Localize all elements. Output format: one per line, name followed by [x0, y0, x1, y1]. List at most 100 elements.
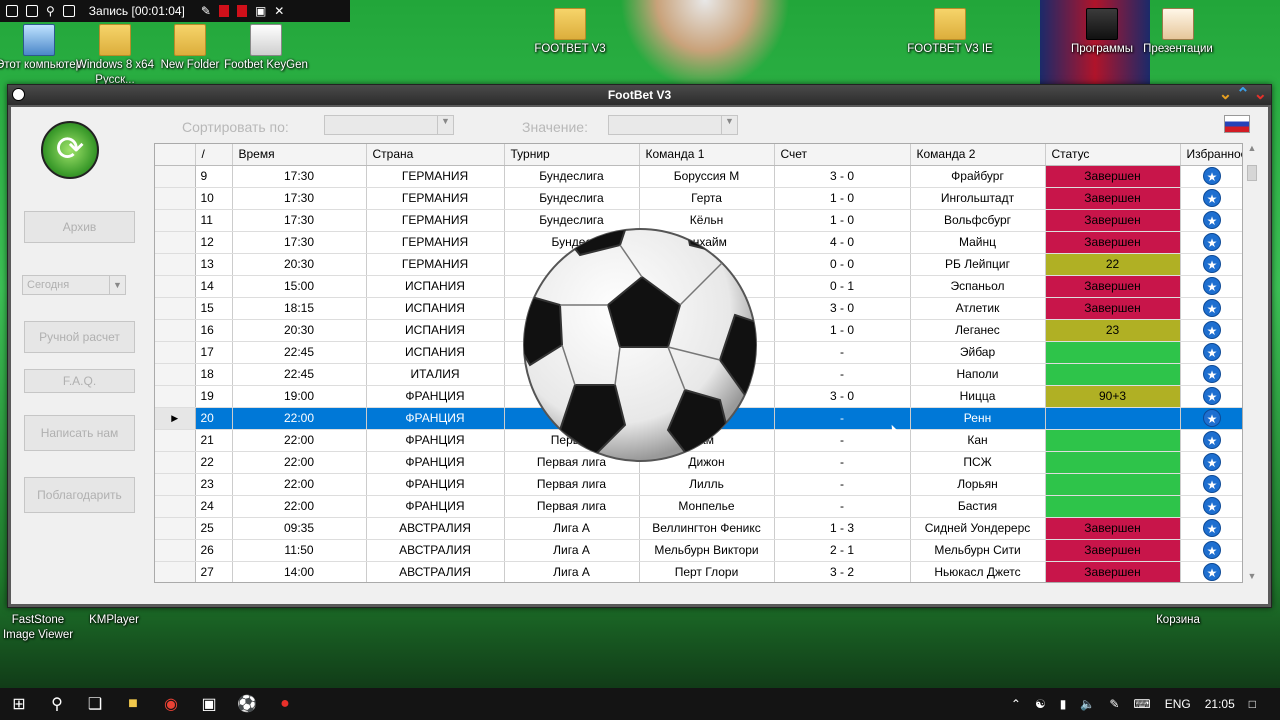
cell-time[interactable]: 22:45 — [232, 341, 367, 364]
cell-status[interactable] — [1045, 341, 1181, 364]
cell-country[interactable]: ФРАНЦИЯ — [366, 495, 505, 518]
cell-number[interactable]: 22 — [195, 451, 233, 474]
star-icon[interactable]: ★ — [1203, 475, 1221, 493]
date-select[interactable]: Сегодня ▼ — [22, 275, 126, 295]
cell-number[interactable]: 23 — [195, 473, 233, 496]
cell-status[interactable] — [1045, 451, 1181, 474]
column-header[interactable]: / — [195, 144, 233, 166]
cell-country[interactable]: ГЕРМАНИЯ — [366, 187, 505, 210]
cell-status[interactable]: Завершен — [1045, 231, 1181, 254]
cell-number[interactable]: 18 — [195, 363, 233, 386]
star-icon[interactable]: ★ — [1203, 233, 1221, 251]
cell-time[interactable]: 22:00 — [232, 495, 367, 518]
desktop-icon-kmplayer[interactable]: KMPlayer — [71, 613, 157, 628]
chrome-icon[interactable]: ◉ — [152, 688, 190, 720]
column-header[interactable]: Избранное — [1180, 144, 1242, 166]
desktop-icon-presentations[interactable]: Презентации — [1135, 8, 1221, 57]
column-header[interactable]: Статус — [1045, 144, 1181, 166]
cell-score[interactable]: - — [774, 495, 911, 518]
cell-number[interactable]: 20 — [195, 407, 233, 430]
cell-league[interactable]: Бундеслига — [504, 165, 640, 188]
window-icon[interactable] — [26, 5, 38, 17]
table-row[interactable]: 9 17:30 ГЕРМАНИЯ Бундеслига Боруссия М3 - 0Ф… — [155, 165, 1242, 188]
search-icon[interactable]: ⚲ — [46, 4, 55, 18]
cell-score[interactable]: 1 - 0 — [774, 319, 911, 342]
cell-team1[interactable]: Мельбурн Виктори — [639, 539, 775, 562]
cell-number[interactable]: 27 — [195, 561, 233, 582]
cell-team2[interactable]: Ингольштадт — [910, 187, 1046, 210]
cell-favorite[interactable]: ★ — [1180, 495, 1242, 518]
column-header[interactable]: Время — [232, 144, 367, 166]
cell-country[interactable]: АВСТРАЛИЯ — [366, 517, 505, 540]
cell-number[interactable]: 11 — [195, 209, 233, 232]
recorder-taskbar-icon[interactable]: ● — [266, 688, 304, 720]
column-header[interactable]: Страна — [366, 144, 505, 166]
cell-country[interactable]: ИСПАНИЯ — [366, 341, 505, 364]
refresh-icon[interactable]: ⟳ — [41, 121, 99, 179]
cell-team2[interactable]: Ньюкасл Джетс — [910, 561, 1046, 582]
cell-team2[interactable]: Кан — [910, 429, 1046, 452]
row-header[interactable] — [155, 275, 196, 298]
cell-country[interactable]: ФРАНЦИЯ — [366, 473, 505, 496]
cell-favorite[interactable]: ★ — [1180, 451, 1242, 474]
scroll-down-icon[interactable]: ▼ — [1245, 571, 1259, 581]
cell-country[interactable]: ИСПАНИЯ — [366, 275, 505, 298]
title-bar[interactable]: FootBet V3 ⌄ ⌃ ⌄ — [8, 85, 1271, 105]
cell-favorite[interactable]: ★ — [1180, 341, 1242, 364]
row-header[interactable] — [155, 363, 196, 386]
cell-team2[interactable]: Вольфсбург — [910, 209, 1046, 232]
cell-time[interactable]: 17:30 — [232, 187, 367, 210]
clock[interactable]: 21:05 — [1205, 697, 1235, 711]
cell-favorite[interactable]: ★ — [1180, 253, 1242, 276]
store-icon[interactable]: ▣ — [190, 688, 228, 720]
cell-favorite[interactable]: ★ — [1180, 231, 1242, 254]
close-icon[interactable]: ✕ — [274, 4, 284, 18]
cell-number[interactable]: 17 — [195, 341, 233, 364]
desktop-icon-windows8[interactable]: Windows 8 x64 Русск... — [72, 24, 158, 88]
table-row[interactable]: 26 11:50 АВСТРАЛИЯ Лига А Мельбурн Виктори 2 … — [155, 539, 1242, 562]
row-header[interactable] — [155, 473, 196, 496]
column-header[interactable]: Турнир — [504, 144, 640, 166]
star-icon[interactable]: ★ — [1203, 211, 1221, 229]
cell-favorite[interactable]: ★ — [1180, 319, 1242, 342]
cell-number[interactable]: 26 — [195, 539, 233, 562]
cell-score[interactable]: 2 - 1 — [774, 539, 911, 562]
cell-status[interactable]: 90+3 — [1045, 385, 1181, 408]
star-icon[interactable]: ★ — [1203, 321, 1221, 339]
cell-favorite[interactable]: ★ — [1180, 517, 1242, 540]
cell-country[interactable]: ГЕРМАНИЯ — [366, 231, 505, 254]
table-row[interactable]: 27 14:00 АВСТРАЛИЯ Лига А Перт Глори 3 - 2 Нью… — [155, 561, 1242, 582]
cell-league[interactable]: Бундеслига — [504, 187, 640, 210]
network-icon[interactable]: ☯ — [1035, 697, 1046, 711]
cell-status[interactable]: Завершен — [1045, 539, 1181, 562]
cell-favorite[interactable]: ★ — [1180, 561, 1242, 582]
column-header[interactable]: Счет — [774, 144, 911, 166]
cell-score[interactable]: 3 - 0 — [774, 297, 911, 320]
cell-favorite[interactable]: ★ — [1180, 297, 1242, 320]
cell-time[interactable]: 22:00 — [232, 451, 367, 474]
cell-favorite[interactable]: ★ — [1180, 429, 1242, 452]
keyboard-icon[interactable]: ⌨ — [1133, 697, 1150, 711]
cell-status[interactable]: Завершен — [1045, 517, 1181, 540]
cell-time[interactable]: 18:15 — [232, 297, 367, 320]
cell-score[interactable]: 1 - 0 — [774, 187, 911, 210]
star-icon[interactable]: ★ — [1203, 541, 1221, 559]
row-header[interactable] — [155, 539, 196, 562]
cell-favorite[interactable]: ★ — [1180, 385, 1242, 408]
cell-team2[interactable]: Ренн — [910, 407, 1046, 430]
search-icon[interactable]: ⚲ — [38, 688, 76, 720]
desktop-icon-keygen[interactable]: Footbet KeyGen — [223, 24, 309, 73]
cell-team2[interactable]: Эспаньол — [910, 275, 1046, 298]
cell-favorite[interactable]: ★ — [1180, 473, 1242, 496]
cell-team2[interactable]: Ницца — [910, 385, 1046, 408]
star-icon[interactable]: ★ — [1203, 299, 1221, 317]
cell-time[interactable]: 17:30 — [232, 165, 367, 188]
row-header[interactable] — [155, 341, 196, 364]
cell-league[interactable]: Первая лига — [504, 495, 640, 518]
footbet-taskbar-icon[interactable]: ⚽ — [228, 688, 266, 720]
capture-icon[interactable] — [62, 5, 75, 17]
cell-favorite[interactable]: ★ — [1180, 363, 1242, 386]
star-icon[interactable]: ★ — [1203, 189, 1221, 207]
cell-favorite[interactable]: ★ — [1180, 165, 1242, 188]
cell-team2[interactable]: Атлетик — [910, 297, 1046, 320]
